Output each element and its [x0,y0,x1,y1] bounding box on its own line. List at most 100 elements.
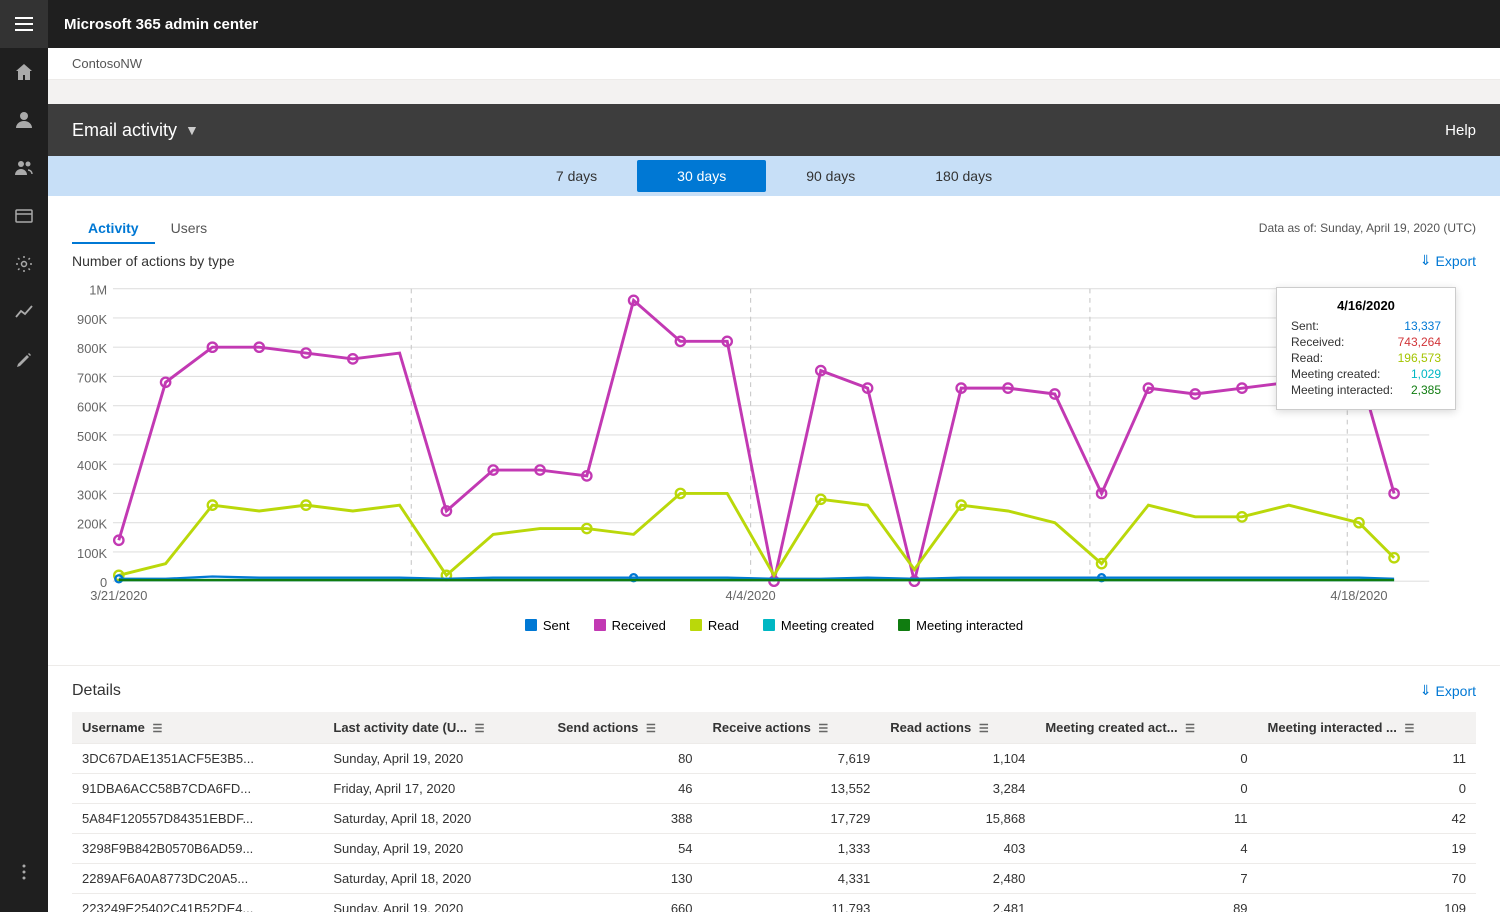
tooltip-row-sent: Sent: 13,337 [1291,319,1441,333]
legend-sent-dot [525,619,537,631]
cell-send: 130 [547,863,702,893]
table-row[interactable]: 223249E25402C41B52DE4... Sunday, April 1… [72,893,1476,912]
period-30days[interactable]: 30 days [637,160,766,192]
table-row[interactable]: 91DBA6ACC58B7CDA6FD... Friday, April 17,… [72,773,1476,803]
cell-read: 403 [880,833,1035,863]
col-read[interactable]: Read actions ☰ [880,712,1035,744]
tooltip-read-label: Read: [1291,351,1323,365]
chart-title: Number of actions by type [72,253,235,269]
hamburger-menu-icon[interactable] [0,0,48,48]
tooltip-row-meeting-interacted: Meeting interacted: 2,385 [1291,383,1441,397]
details-title: Details [72,682,121,700]
col-send[interactable]: Send actions ☰ [547,712,702,744]
cell-meeting-interacted: 0 [1258,773,1476,803]
sort-icon-receive: ☰ [818,722,828,735]
col-meeting-interacted[interactable]: Meeting interacted ... ☰ [1258,712,1476,744]
tab-users[interactable]: Users [155,212,224,244]
table-header-row: Username ☰ Last activity date (U... ☰ Se… [72,712,1476,744]
cell-receive: 1,333 [703,833,881,863]
sidebar [0,0,48,912]
breadcrumb-text: ContosoNW [72,56,142,71]
col-username[interactable]: Username ☰ [72,712,323,744]
tooltip-row-meeting-created: Meeting created: 1,029 [1291,367,1441,381]
table-row[interactable]: 5A84F120557D84351EBDF... Saturday, April… [72,803,1476,833]
download-icon: ⇓ [1420,252,1432,269]
period-180days[interactable]: 180 days [895,160,1032,192]
cell-meeting-interacted: 19 [1258,833,1476,863]
cell-read: 2,480 [880,863,1035,893]
legend-meeting-interacted: Meeting interacted [898,618,1023,633]
table-row[interactable]: 3298F9B842B0570B6AD59... Sunday, April 1… [72,833,1476,863]
chart-legend: Sent Received Read Meeting created Meeti… [72,610,1476,645]
sort-icon-meetinginteracted: ☰ [1404,722,1414,735]
legend-meetingcreated-dot [763,619,775,631]
chevron-down-icon[interactable]: ▼ [185,122,199,138]
details-table: Username ☰ Last activity date (U... ☰ Se… [72,712,1476,912]
svg-text:300K: 300K [77,487,107,502]
report-header-bar: Email activity ▼ Help [48,104,1500,156]
svg-text:100K: 100K [77,546,107,561]
sort-icon-send: ☰ [646,722,656,735]
cell-username: 5A84F120557D84351EBDF... [72,803,323,833]
content-area: ContosoNW Email activity ▼ Help 7 days 3… [48,48,1500,912]
legend-meetinginteracted-dot [898,619,910,631]
cell-read: 2,481 [880,893,1035,912]
sort-icon-username: ☰ [152,722,162,735]
legend-sent: Sent [525,618,570,633]
breadcrumb: ContosoNW [48,48,1500,80]
reports-icon[interactable] [0,288,48,336]
svg-text:400K: 400K [77,458,107,473]
period-7days[interactable]: 7 days [516,160,637,192]
cell-send: 54 [547,833,702,863]
cell-meeting-created: 0 [1035,773,1257,803]
legend-read-dot [690,619,702,631]
cell-meeting-interacted: 70 [1258,863,1476,893]
table-row[interactable]: 2289AF6A0A8773DC20A5... Saturday, April … [72,863,1476,893]
tooltip-received-label: Received: [1291,335,1344,349]
col-meeting-created[interactable]: Meeting created act... ☰ [1035,712,1257,744]
period-selector: 7 days 30 days 90 days 180 days [48,156,1500,196]
legend-meetingcreated-label: Meeting created [781,618,874,633]
tab-activity[interactable]: Activity [72,212,155,244]
details-export-label: Export [1436,683,1476,699]
col-receive[interactable]: Receive actions ☰ [703,712,881,744]
help-button[interactable]: Help [1445,122,1476,139]
people-icon[interactable] [0,144,48,192]
legend-received: Received [594,618,666,633]
data-as-of: Data as of: Sunday, April 19, 2020 (UTC) [1259,221,1476,235]
person-icon[interactable] [0,96,48,144]
cell-last-activity: Sunday, April 19, 2020 [323,743,547,773]
cell-receive: 11,793 [703,893,881,912]
home-icon[interactable] [0,48,48,96]
sort-icon-read: ☰ [979,722,989,735]
cell-meeting-created: 11 [1035,803,1257,833]
tabs-left: Activity Users [72,212,223,244]
chart-export-button[interactable]: ⇓ Export [1420,252,1476,269]
details-export-button[interactable]: ⇓ Export [1420,682,1476,699]
cell-last-activity: Saturday, April 18, 2020 [323,803,547,833]
cell-read: 1,104 [880,743,1035,773]
settings-icon[interactable] [0,240,48,288]
cell-username: 3298F9B842B0570B6AD59... [72,833,323,863]
chart-svg: 1M 900K 800K 700K 600K 500K 400K 300K 20… [72,277,1476,605]
cell-send: 660 [547,893,702,912]
pen-icon[interactable] [0,336,48,384]
report-title-area: Email activity ▼ [72,120,199,141]
chart-spacer [48,645,1500,665]
cell-meeting-created: 89 [1035,893,1257,912]
more-icon[interactable] [0,848,48,896]
billing-icon[interactable] [0,192,48,240]
svg-text:900K: 900K [77,312,107,327]
cell-username: 3DC67DAE1351ACF5E3B5... [72,743,323,773]
svg-text:700K: 700K [77,370,107,385]
col-last-activity[interactable]: Last activity date (U... ☰ [323,712,547,744]
sort-icon-lastactivity: ☰ [475,722,485,735]
cell-username: 2289AF6A0A8773DC20A5... [72,863,323,893]
legend-received-dot [594,619,606,631]
period-90days[interactable]: 90 days [766,160,895,192]
export-label: Export [1436,253,1476,269]
legend-read: Read [690,618,739,633]
table-row[interactable]: 3DC67DAE1351ACF5E3B5... Sunday, April 19… [72,743,1476,773]
legend-meeting-created: Meeting created [763,618,874,633]
legend-read-label: Read [708,618,739,633]
